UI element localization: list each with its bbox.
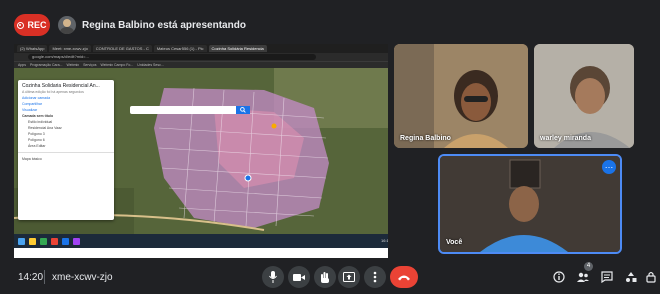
browser-tab-active: Cozinha Solidária Residencia: [208, 45, 267, 52]
map-title: Cozinha Solidaria Residencial An...: [22, 83, 100, 89]
present-button[interactable]: [338, 266, 360, 288]
activities-icon: [626, 272, 637, 282]
record-icon: [17, 21, 25, 29]
more-vertical-icon: [373, 271, 377, 283]
participant-name: warley miranda: [540, 135, 591, 142]
browser-tab: Mateus Cesar556 (1) - Pic: [153, 45, 207, 52]
app-icon: [62, 237, 69, 245]
lock-icon: [646, 271, 656, 283]
leave-call-button[interactable]: [390, 266, 418, 288]
microphone-button[interactable]: [262, 266, 284, 288]
people-icon: [577, 272, 589, 282]
taskbar-clock: 16:10: [381, 237, 388, 243]
participant-tile[interactable]: Regina Balbino: [394, 44, 528, 148]
raise-hand-button[interactable]: [314, 266, 336, 288]
people-button[interactable]: [576, 270, 590, 284]
host-controls-button[interactable]: [644, 270, 658, 284]
activities-button[interactable]: [624, 270, 638, 284]
presenter-avatar: [58, 16, 76, 34]
base-map-option: Mapa básico: [18, 152, 114, 165]
camera-button[interactable]: [288, 266, 310, 288]
map-layers-panel: Cozinha Solidaria Residencial An... A úl…: [18, 80, 114, 220]
info-icon: [553, 271, 565, 283]
browser-url-bar: google.com/maps/d/edit?mid=...: [14, 53, 388, 61]
shared-screen: (2) WhatsApp Meet: xme-xcwv-zjo CONTROLE…: [14, 44, 388, 258]
browser-tab-bar: (2) WhatsApp Meet: xme-xcwv-zjo CONTROLE…: [14, 44, 388, 53]
participant-tile[interactable]: warley miranda: [534, 44, 634, 148]
hand-icon: [321, 272, 329, 283]
map-search-box[interactable]: [130, 106, 250, 114]
browser-url: google.com/maps/d/edit?mid=...: [28, 54, 316, 60]
participant-video: [534, 44, 634, 148]
folder-icon: [29, 237, 36, 245]
presentation-banner-text: Regina Balbino está apresentando: [82, 19, 246, 31]
microphone-icon: [269, 271, 277, 283]
windows-start-icon: [18, 237, 25, 245]
app-icon: [73, 237, 80, 245]
end-call-icon: [398, 275, 410, 280]
chat-button[interactable]: [600, 270, 614, 284]
chat-icon: [601, 271, 613, 283]
participant-video: [394, 44, 528, 148]
app-icon: [51, 237, 58, 245]
present-screen-icon: [343, 272, 355, 282]
participant-name: Você: [446, 239, 463, 246]
more-options-button[interactable]: [364, 266, 386, 288]
self-video: [440, 156, 620, 252]
divider: [44, 270, 45, 284]
meeting-time: 14:20: [18, 272, 44, 283]
windows-taskbar: 16:10: [14, 234, 388, 248]
browser-tab: (2) WhatsApp: [17, 45, 48, 52]
participant-name: Regina Balbino: [400, 135, 451, 142]
more-options-icon[interactable]: …: [602, 160, 616, 174]
participants-count-badge: 4: [584, 262, 593, 271]
chrome-icon: [40, 237, 47, 245]
layer-item: Área Editar: [28, 144, 46, 148]
search-icon[interactable]: [236, 106, 250, 114]
browser-tab: CONTROLE DE GASTOS - C: [92, 45, 152, 52]
self-view-tile[interactable]: … Você: [438, 154, 622, 254]
browser-tab: Meet: xme-xcwv-zjo: [49, 45, 91, 52]
recording-label: REC: [27, 20, 47, 30]
recording-indicator: REC: [14, 14, 50, 36]
presentation-banner: Regina Balbino está apresentando: [58, 14, 246, 36]
meeting-code: xme-xcwv-zjo: [52, 272, 113, 283]
meeting-details-button[interactable]: [552, 270, 566, 284]
camera-icon: [293, 273, 305, 281]
